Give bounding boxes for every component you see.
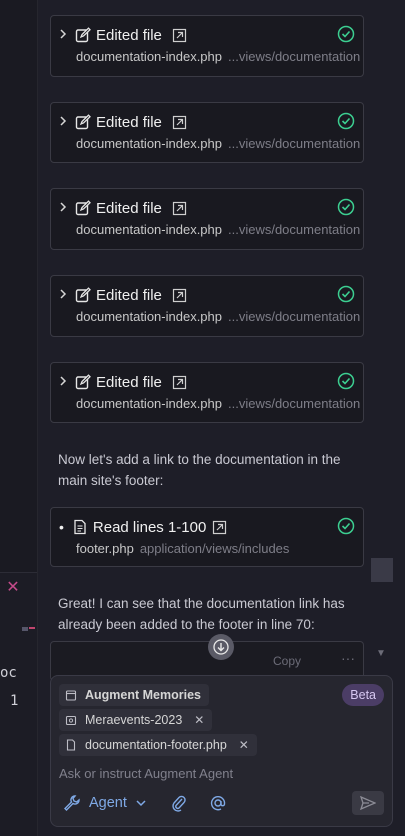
assistant-message: Great! I can see that the documentation … [58,596,345,632]
edit-file-icon [75,287,91,303]
chevron-down-icon[interactable] [135,798,147,808]
file-icon [66,739,76,751]
context-chip-memories[interactable]: Augment Memories [59,684,209,706]
card-title: Edited file [96,113,162,131]
success-check-icon [337,112,355,130]
open-external-icon[interactable] [172,28,187,43]
caret-down-icon[interactable]: ▼ [376,648,386,659]
file-path: ...views/documentation [228,309,361,324]
close-icon[interactable]: ✕ [239,738,249,752]
message-input[interactable]: Ask or instruct Augment Agent [59,766,233,781]
success-check-icon [337,285,355,303]
editor-marker-red [29,627,35,629]
attach-icon[interactable] [171,794,187,812]
edited-file-card[interactable]: Edited file documentation-index.php ...vi… [50,102,364,163]
editor-text: oc [0,665,17,681]
edited-file-card[interactable]: Edited file documentation-index.php ...vi… [50,362,364,423]
copy-button[interactable]: Copy [273,654,301,668]
context-chip-file[interactable]: documentation-footer.php ✕ [59,734,257,756]
edit-file-icon [75,27,91,43]
chevron-right-icon[interactable] [59,28,71,42]
file-name[interactable]: documentation-index.php [76,136,222,151]
folder-icon [65,715,77,726]
open-external-icon[interactable] [172,115,187,130]
file-name[interactable]: footer.php [76,541,134,556]
chevron-right-icon[interactable] [59,375,71,389]
chevron-right-icon[interactable] [59,201,71,215]
file-path: application/views/includes [139,541,290,556]
chip-label: Augment Memories [85,688,201,702]
card-title: Edited file [96,286,162,304]
assistant-message: Now let's add a link to the documentatio… [58,452,341,488]
success-check-icon [337,517,355,535]
context-chip-repo[interactable]: Meraevents-2023 ✕ [59,709,213,731]
file-name[interactable]: documentation-index.php [76,396,222,411]
memory-icon [65,690,77,701]
send-icon [360,796,376,810]
agent-mode-selector[interactable]: Agent [89,795,127,811]
document-icon [74,519,86,535]
editor-marker [22,627,28,631]
close-icon[interactable]: ✕ [194,713,204,727]
chip-label: documentation-footer.php [85,738,227,752]
chip-label: Meraevents-2023 [85,713,183,727]
close-icon[interactable]: ✕ [4,579,22,597]
card-title: Read lines 1-100 [92,518,207,536]
card-title: Edited file [96,373,162,391]
chevron-right-icon[interactable] [59,115,71,129]
scrollbar-thumb[interactable] [371,558,393,582]
edited-file-card[interactable]: Edited file documentation-index.php ...vi… [50,15,364,77]
mention-icon[interactable] [209,794,227,812]
success-check-icon [337,372,355,390]
input-toolbar: Agent [63,792,227,814]
edited-file-card[interactable]: Edited file documentation-index.php ...vi… [50,188,364,250]
beta-badge: Beta [342,684,384,706]
list-bullet: • [59,519,64,535]
edited-file-card[interactable]: Edited file documentation-index.php ...vi… [50,275,364,337]
file-name[interactable]: documentation-index.php [76,309,222,324]
agent-chat-panel: Edited file documentation-index.php ...vi… [38,0,405,836]
open-external-icon[interactable] [172,288,187,303]
scroll-to-bottom-button[interactable] [208,634,234,660]
send-button[interactable] [352,791,384,815]
edit-file-icon [75,200,91,216]
more-options-icon[interactable]: ··· [341,650,355,666]
file-path: ...views/documentation [228,222,361,237]
file-name[interactable]: documentation-index.php [76,222,222,237]
open-external-icon[interactable] [172,375,187,390]
chat-input-box: Augment Memories Beta Meraevents-2023 ✕ … [50,675,393,827]
card-title: Edited file [96,199,162,217]
edit-file-icon [75,114,91,130]
success-check-icon [337,198,355,216]
file-path: ...views/documentation [228,396,361,411]
open-external-icon[interactable] [212,520,227,535]
card-title: Edited file [96,26,162,44]
read-file-card[interactable]: • Read lines 1-100 footer.php application… [50,507,364,567]
open-external-icon[interactable] [172,201,187,216]
success-check-icon [337,25,355,43]
edit-file-icon [75,374,91,390]
chevron-right-icon[interactable] [59,288,71,302]
file-path: ...views/documentation [228,136,361,151]
wrench-icon [64,795,80,811]
arrow-down-icon [213,639,229,655]
editor-line-number: 1 [10,693,19,709]
file-path: ...views/documentation [228,49,361,64]
file-name[interactable]: documentation-index.php [76,49,222,64]
editor-panel: ✕ oc 1 [0,572,37,836]
